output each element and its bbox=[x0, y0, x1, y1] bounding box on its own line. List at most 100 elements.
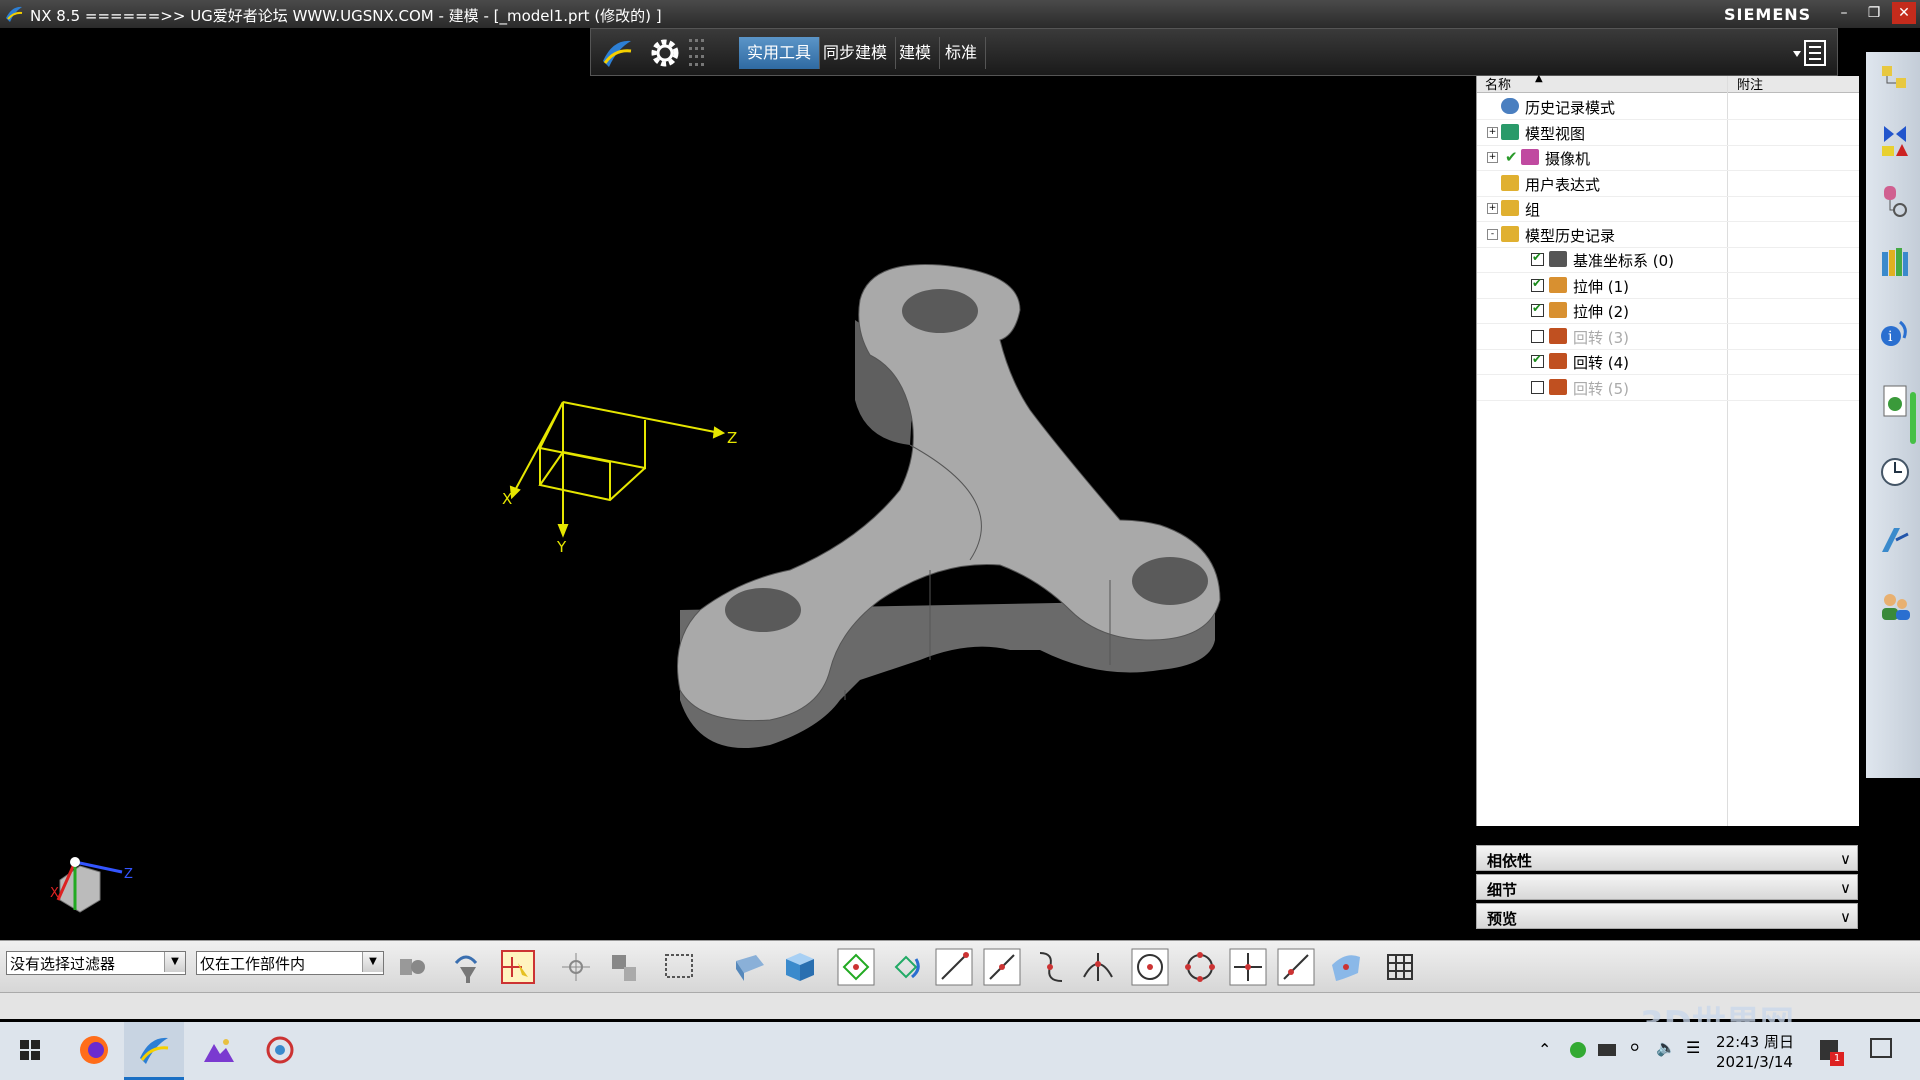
navigator-row[interactable]: ✔ 回转 (4) bbox=[1477, 349, 1859, 375]
web-browser-icon[interactable] bbox=[1878, 382, 1912, 422]
info-icon[interactable]: i bbox=[1878, 312, 1912, 352]
grid-icon[interactable] bbox=[1380, 947, 1420, 987]
navigator-row[interactable]: 历史记录模式 bbox=[1477, 94, 1859, 120]
svg-text:i: i bbox=[1888, 329, 1893, 345]
navigator-row[interactable]: + 模型视图 bbox=[1477, 120, 1859, 146]
navigator-row[interactable]: ✔ 拉伸 (2) bbox=[1477, 298, 1859, 324]
photos-icon[interactable] bbox=[198, 1030, 238, 1070]
feature-checkbox[interactable]: ✔ bbox=[1531, 352, 1544, 368]
navigator-row[interactable]: 用户表达式 bbox=[1477, 171, 1859, 197]
chevron-down-icon[interactable]: ∨ bbox=[1840, 850, 1851, 868]
datum-csys-icon bbox=[1549, 251, 1567, 267]
collapse-icon[interactable]: - bbox=[1487, 228, 1498, 240]
expand-icon[interactable]: + bbox=[1487, 126, 1498, 138]
snap-midpoint-icon[interactable] bbox=[886, 947, 926, 987]
snap-endpoint-icon[interactable] bbox=[836, 947, 876, 987]
part-model[interactable] bbox=[677, 263, 1221, 748]
column-note-header[interactable]: 附注 bbox=[1737, 74, 1763, 93]
panel-dependencies-label: 相依性 bbox=[1487, 852, 1533, 870]
status-bar bbox=[0, 992, 1920, 1019]
feature-checkbox[interactable] bbox=[1531, 329, 1544, 343]
tab-modeling[interactable]: 建模 bbox=[891, 37, 941, 69]
graphics-viewport[interactable]: Z X Y Z X bbox=[0, 76, 1470, 936]
tab-standard[interactable]: 标准 bbox=[937, 37, 987, 69]
general-selection-filter-icon[interactable] bbox=[392, 947, 432, 987]
constraint-navigator-icon[interactable] bbox=[1878, 120, 1912, 160]
column-name-header[interactable]: 名称 bbox=[1485, 74, 1511, 93]
part-navigator-icon[interactable] bbox=[1878, 182, 1912, 222]
reset-filter-icon[interactable] bbox=[446, 947, 486, 987]
feature-checkbox[interactable]: ✔ bbox=[1531, 276, 1544, 292]
intersection-icon[interactable] bbox=[1078, 947, 1118, 987]
tray-app-icon[interactable] bbox=[1570, 1042, 1586, 1058]
view-cube-icon[interactable] bbox=[780, 947, 820, 987]
line-mid-icon[interactable] bbox=[982, 947, 1022, 987]
assembly-navigator-icon[interactable] bbox=[1878, 60, 1912, 100]
chevron-down-icon[interactable]: ▼ bbox=[164, 952, 185, 972]
input-method-icon[interactable]: ☰ bbox=[1686, 1038, 1700, 1057]
line-end-icon[interactable] bbox=[934, 947, 974, 987]
app-icon[interactable] bbox=[260, 1030, 300, 1070]
system-materials-icon[interactable] bbox=[1878, 520, 1912, 560]
navigator-row[interactable]: ✔ 基准坐标系 (0) bbox=[1477, 247, 1859, 273]
resource-scrollbar[interactable] bbox=[1910, 392, 1916, 444]
expand-icon[interactable]: + bbox=[1487, 152, 1498, 163]
quadrant-point-icon[interactable] bbox=[1180, 947, 1220, 987]
feature-checkbox[interactable]: ✔ bbox=[1531, 250, 1544, 266]
minimize-icon[interactable]: – bbox=[1832, 2, 1856, 24]
nx-taskbar-icon[interactable] bbox=[134, 1030, 174, 1070]
chevron-down-icon[interactable]: ∨ bbox=[1840, 908, 1851, 926]
panel-dependencies[interactable]: 相依性 ∨ bbox=[1476, 845, 1858, 871]
navigator-row[interactable]: + 组 bbox=[1477, 196, 1859, 222]
network-icon[interactable]: ⚪ bbox=[1628, 1038, 1641, 1057]
snap-point-icon[interactable] bbox=[498, 947, 538, 987]
windows-start-icon[interactable] bbox=[10, 1030, 50, 1070]
tray-chevron-icon[interactable]: ⌃ bbox=[1538, 1040, 1551, 1059]
control-point-icon[interactable] bbox=[1030, 947, 1070, 987]
existing-point-icon[interactable] bbox=[1228, 947, 1268, 987]
feature-checkbox[interactable]: ✔ bbox=[1531, 301, 1544, 317]
navigator-row[interactable]: + ✔ 摄像机 bbox=[1477, 145, 1859, 171]
panel-preview[interactable]: 预览 ∨ bbox=[1476, 903, 1858, 929]
ribbon-menu-icon[interactable] bbox=[1787, 35, 1831, 71]
action-center-icon[interactable] bbox=[1870, 1038, 1892, 1058]
clock[interactable]: 22:43 周日 2021/3/14 bbox=[1716, 1032, 1794, 1072]
close-icon[interactable]: ✕ bbox=[1892, 2, 1916, 24]
datum-csys[interactable] bbox=[509, 401, 726, 538]
gear-icon[interactable] bbox=[647, 35, 683, 71]
roles-icon[interactable] bbox=[1878, 586, 1912, 626]
point-on-curve-icon[interactable] bbox=[1276, 947, 1316, 987]
volume-icon[interactable]: 🔈 bbox=[1656, 1038, 1676, 1057]
revolve-icon bbox=[1549, 353, 1567, 369]
chevron-down-icon[interactable]: ∨ bbox=[1840, 879, 1851, 897]
feature-checkbox[interactable] bbox=[1531, 380, 1544, 394]
siemens-brand: SIEMENS bbox=[1724, 5, 1812, 24]
navigator-row[interactable]: - 模型历史记录 bbox=[1477, 222, 1859, 248]
show-hide-icon[interactable] bbox=[730, 947, 770, 987]
grip-icon[interactable] bbox=[687, 35, 711, 71]
arc-center-icon[interactable] bbox=[1130, 947, 1170, 987]
panel-details[interactable]: 细节 ∨ bbox=[1476, 874, 1858, 900]
navigator-row[interactable]: 回转 (3) bbox=[1477, 324, 1859, 350]
expand-icon[interactable]: + bbox=[1487, 203, 1498, 214]
navigator-row[interactable]: 回转 (5) bbox=[1477, 375, 1859, 401]
chevron-down-icon[interactable]: ▼ bbox=[362, 952, 383, 972]
point-dialog-icon[interactable] bbox=[556, 947, 596, 987]
firefox-icon[interactable] bbox=[74, 1030, 114, 1070]
battery-icon[interactable] bbox=[1598, 1044, 1616, 1056]
extrude-icon bbox=[1549, 276, 1567, 293]
rectangle-select-icon[interactable] bbox=[660, 947, 700, 987]
history-icon[interactable] bbox=[1878, 452, 1912, 492]
selection-scope-dropdown[interactable]: 仅在工作部件内 ▼ bbox=[196, 951, 384, 975]
tab-utilities[interactable]: 实用工具 bbox=[739, 37, 821, 69]
revolve-icon bbox=[1549, 327, 1567, 344]
navigator-row[interactable]: ✔ 拉伸 (1) bbox=[1477, 273, 1859, 299]
select-parent-icon[interactable] bbox=[604, 947, 644, 987]
tab-sync-modeling[interactable]: 同步建模 bbox=[815, 37, 897, 69]
point-on-face-icon[interactable] bbox=[1326, 947, 1366, 987]
reuse-library-icon[interactable] bbox=[1878, 242, 1912, 282]
view-triad[interactable] bbox=[56, 857, 123, 913]
nx-start-icon[interactable] bbox=[599, 35, 635, 71]
restore-icon[interactable]: ❐ bbox=[1862, 2, 1886, 24]
type-filter-dropdown[interactable]: 没有选择过滤器 ▼ bbox=[6, 951, 186, 975]
